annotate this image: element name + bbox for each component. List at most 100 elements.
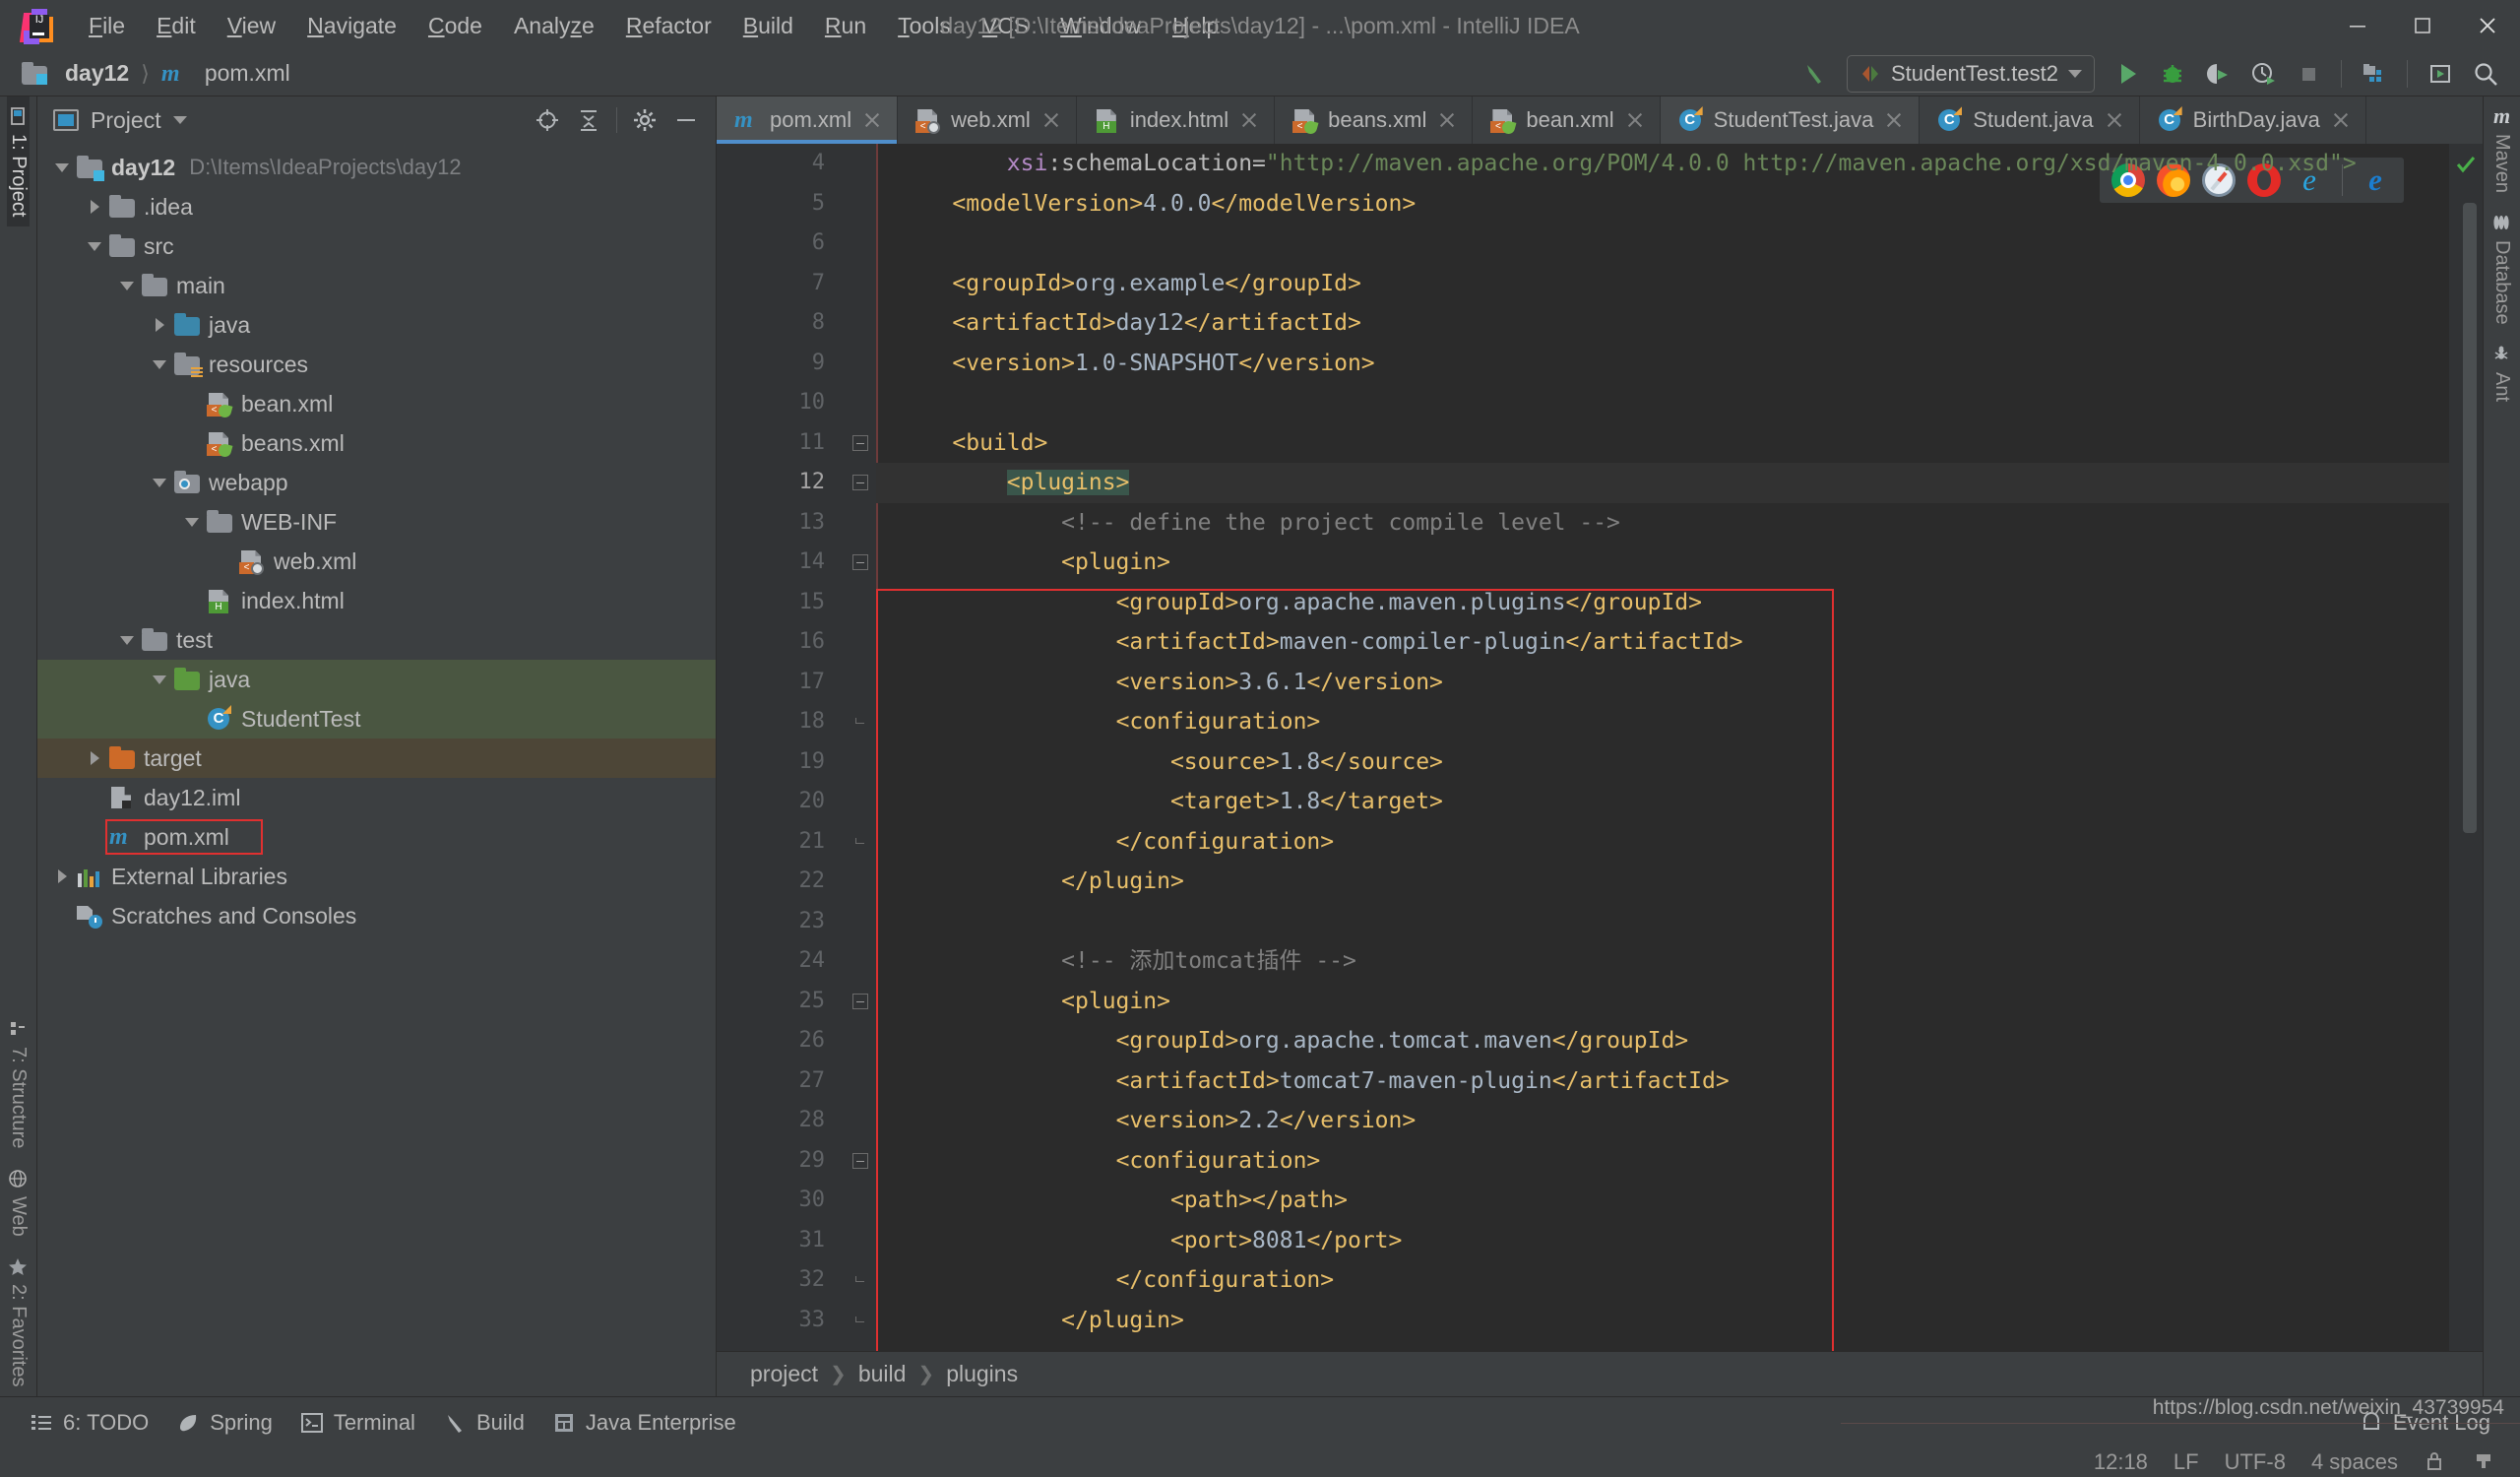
- project-panel-title-group[interactable]: Project: [53, 107, 187, 134]
- tree-node-web-inf[interactable]: WEB-INF: [37, 502, 716, 542]
- code-line[interactable]: <version>1.0-SNAPSHOT</version>: [876, 344, 2449, 384]
- code-line[interactable]: <artifactId>maven-compiler-plugin</artif…: [876, 622, 2449, 663]
- code-line[interactable]: <!-- define the project compile level --…: [876, 503, 2449, 544]
- sidebar-item-maven[interactable]: m Maven: [2490, 96, 2513, 203]
- chevron-right-icon[interactable]: [149, 314, 170, 336]
- tree-node-target[interactable]: target: [37, 738, 716, 778]
- chevron-right-icon[interactable]: [51, 866, 73, 887]
- editor-tab-web-xml[interactable]: < web.xml: [898, 96, 1077, 144]
- close-icon[interactable]: [2104, 109, 2125, 131]
- build-hammer-icon[interactable]: [1794, 54, 1835, 94]
- file-encoding[interactable]: UTF-8: [2225, 1449, 2286, 1475]
- status-tool-terminal[interactable]: Terminal: [286, 1406, 429, 1440]
- chevron-down-icon[interactable]: [149, 353, 170, 375]
- tree-node-java[interactable]: java: [37, 660, 716, 699]
- chevron-right-icon[interactable]: [84, 747, 105, 769]
- tree-node-studenttest[interactable]: C StudentTest: [37, 699, 716, 738]
- code-line[interactable]: [876, 224, 2449, 264]
- project-tree[interactable]: day12 D:\Items\IdeaProjects\day12 .idea src…: [37, 144, 716, 1396]
- lock-icon[interactable]: [2424, 1450, 2447, 1474]
- code-line[interactable]: xsi:schemaLocation="http://maven.apache.…: [876, 144, 2449, 184]
- code-line[interactable]: <modelVersion>4.0.0</modelVersion>: [876, 184, 2449, 225]
- menu-item-tools[interactable]: Tools: [882, 9, 967, 43]
- code-line[interactable]: <build>: [876, 423, 2449, 464]
- menu-item-help[interactable]: Help: [1157, 9, 1234, 43]
- status-tool-spring[interactable]: Spring: [162, 1406, 286, 1440]
- close-button[interactable]: [2455, 0, 2520, 51]
- close-icon[interactable]: [1040, 109, 1062, 131]
- tree-node-scratches-and-consoles[interactable]: Scratches and Consoles: [37, 896, 716, 935]
- editor-tab-studenttest-java[interactable]: C StudentTest.java: [1660, 96, 1921, 144]
- breadcrumb-item-project[interactable]: project: [742, 1359, 826, 1389]
- chevron-down-icon[interactable]: [149, 472, 170, 493]
- code-line[interactable]: <!-- 添加tomcat插件 -->: [876, 941, 2449, 982]
- sidebar-item-web[interactable]: Web: [7, 1159, 30, 1247]
- code-line[interactable]: </plugin>: [876, 1301, 2449, 1341]
- git-branch-icon[interactable]: [2473, 1450, 2496, 1474]
- chevron-down-icon[interactable]: [116, 629, 138, 651]
- code-line[interactable]: <version>3.6.1</version>: [876, 663, 2449, 703]
- fold-collapse-icon[interactable]: [852, 434, 868, 451]
- menu-item-refactor[interactable]: Refactor: [610, 9, 727, 43]
- status-tool-build[interactable]: Build: [429, 1406, 538, 1440]
- line-separator[interactable]: LF: [2174, 1449, 2199, 1475]
- breadcrumb-item-plugins[interactable]: plugins: [938, 1359, 1026, 1389]
- hide-panel-icon[interactable]: [666, 100, 706, 140]
- tree-node-resources[interactable]: resources: [37, 345, 716, 384]
- navbar-crumb-file[interactable]: m pom.xml: [154, 58, 298, 89]
- editor-tab-pom-xml[interactable]: m pom.xml: [717, 96, 899, 144]
- tree-node-day12-iml[interactable]: day12.iml: [37, 778, 716, 817]
- run-with-coverage-icon[interactable]: [2197, 54, 2238, 94]
- status-tool-java-enterprise[interactable]: Java Enterprise: [538, 1406, 750, 1440]
- tree-node-pom-xml[interactable]: m pom.xml: [37, 817, 716, 857]
- status-tool-todo[interactable]: 6: TODO: [16, 1406, 162, 1440]
- code-line[interactable]: <source>1.8</source>: [876, 742, 2449, 783]
- code-line[interactable]: <plugin>: [876, 982, 2449, 1022]
- tree-node-src[interactable]: src: [37, 226, 716, 266]
- run-icon[interactable]: [2107, 54, 2148, 94]
- run-configuration-selector[interactable]: StudentTest.test2: [1847, 54, 2095, 93]
- tree-node-idea[interactable]: .idea: [37, 187, 716, 226]
- close-icon[interactable]: [1436, 109, 1458, 131]
- code-folding-gutter[interactable]: [845, 144, 902, 1351]
- navbar-crumb-module[interactable]: day12: [14, 58, 137, 89]
- editor-tab-bean-xml[interactable]: < bean.xml: [1473, 96, 1661, 144]
- tree-node-main[interactable]: main: [37, 266, 716, 305]
- editor-scrollbar-thumb[interactable]: [2463, 203, 2477, 833]
- menu-item-build[interactable]: Build: [727, 9, 809, 43]
- caret-position[interactable]: 12:18: [2094, 1449, 2148, 1475]
- code-line[interactable]: <port>8081</port>: [876, 1221, 2449, 1261]
- code-line[interactable]: </configuration>: [876, 822, 2449, 863]
- code-line[interactable]: <version>2.2</version>: [876, 1101, 2449, 1141]
- tree-node-test[interactable]: test: [37, 620, 716, 660]
- menu-item-edit[interactable]: Edit: [141, 9, 212, 43]
- code-line[interactable]: <path></path>: [876, 1181, 2449, 1221]
- code-line[interactable]: <target>1.8</target>: [876, 782, 2449, 822]
- breadcrumb-item-build[interactable]: build: [850, 1359, 914, 1389]
- settings-gear-icon[interactable]: [625, 100, 664, 140]
- code-line[interactable]: [876, 383, 2449, 423]
- code-line[interactable]: <artifactId>tomcat7-maven-plugin</artifa…: [876, 1061, 2449, 1102]
- code-line[interactable]: <groupId>org.apache.maven.plugins</group…: [876, 583, 2449, 623]
- tree-node-beans-xml[interactable]: < beans.xml: [37, 423, 716, 463]
- code-line[interactable]: <plugin>: [876, 543, 2449, 583]
- maximize-button[interactable]: [2390, 0, 2455, 51]
- collapse-all-icon[interactable]: [569, 100, 608, 140]
- fold-region-end-icon[interactable]: [855, 1276, 864, 1282]
- tree-node-index-html[interactable]: Hindex.html: [37, 581, 716, 620]
- menu-item-run[interactable]: Run: [809, 9, 882, 43]
- editor-tab-student-java[interactable]: C Student.java: [1920, 96, 2140, 144]
- fold-collapse-icon[interactable]: [852, 1152, 868, 1169]
- tree-node-day12[interactable]: day12 D:\Items\IdeaProjects\day12: [37, 148, 716, 187]
- code-line[interactable]: <groupId>org.apache.tomcat.maven</groupI…: [876, 1021, 2449, 1061]
- editor-tab-birthday-java[interactable]: C BirthDay.java: [2140, 96, 2366, 144]
- chevron-down-icon[interactable]: [116, 275, 138, 296]
- menu-item-file[interactable]: File: [73, 9, 141, 43]
- close-icon[interactable]: [2330, 109, 2352, 131]
- code-editor[interactable]: e e xsi:schemaLocation="http://maven.apa…: [876, 144, 2449, 1351]
- fold-region-end-icon[interactable]: [855, 1316, 864, 1322]
- menu-item-window[interactable]: Window: [1044, 9, 1157, 43]
- menu-item-analyze[interactable]: Analyze: [498, 9, 610, 43]
- sidebar-item-database[interactable]: Database: [2490, 203, 2513, 335]
- code-line[interactable]: <artifactId>day12</artifactId>: [876, 303, 2449, 344]
